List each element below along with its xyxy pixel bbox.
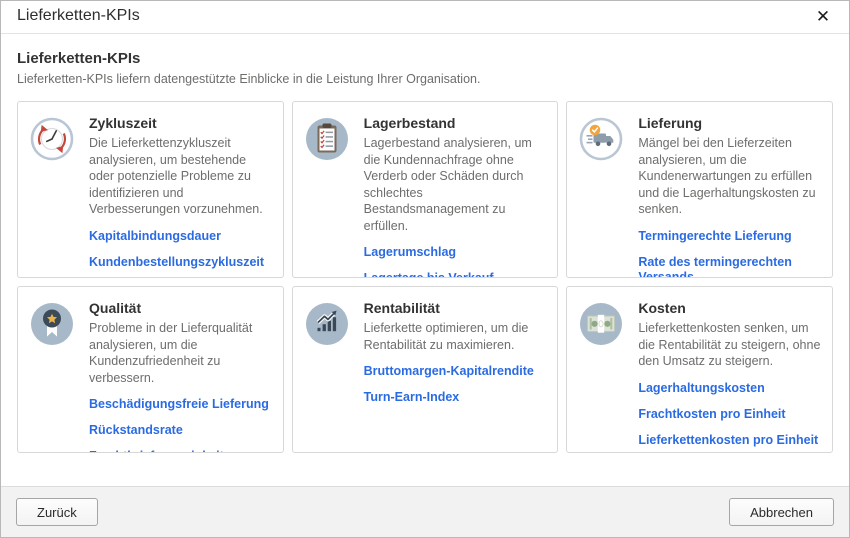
dialog-body: Lieferketten-KPIs Lieferketten-KPIs lief… (1, 34, 849, 488)
kpi-card-inventory: Lagerbestand Lagerbestand analysieren, u… (292, 101, 559, 278)
kpi-link-kapitalbindungsdauer[interactable]: Kapitalbindungsdauer (89, 229, 273, 244)
card-title: Rentabilität (364, 300, 548, 317)
kpi-link-beschaedigungsfreie-lieferung[interactable]: Beschädigungsfreie Lieferung (89, 397, 273, 412)
kpi-link-turn-earn-index[interactable]: Turn-Earn-Index (364, 390, 548, 405)
kpi-cards-grid: Zykluszeit Die Lieferkettenzykluszeit an… (17, 101, 833, 453)
cancel-button[interactable]: Abbrechen (729, 498, 834, 526)
supply-chain-kpis-dialog: Lieferketten-KPIs ✕ Lieferketten-KPIs Li… (0, 0, 850, 538)
kpi-link-lagerhaltungskosten[interactable]: Lagerhaltungskosten (638, 381, 822, 396)
dialog-footer: Zurück Abbrechen (1, 486, 849, 537)
card-title: Lagerbestand (364, 115, 548, 132)
kpi-link-rueckstandsrate[interactable]: Rückstandsrate (89, 423, 273, 438)
card-description: Lieferkettenkosten senken, um die Rentab… (638, 320, 822, 370)
cost-money-icon (579, 302, 623, 346)
profitability-chart-icon (305, 302, 349, 346)
dialog-title: Lieferketten-KPIs (17, 7, 140, 25)
back-button[interactable]: Zurück (16, 498, 98, 526)
kpi-link-lieferkettenkosten-pro-einheit[interactable]: Lieferkettenkosten pro Einheit (638, 433, 822, 448)
card-description: Probleme in der Lieferqualität analysier… (89, 320, 273, 386)
close-icon[interactable]: ✕ (809, 4, 837, 30)
kpi-card-profitability: Rentabilität Lieferkette optimieren, um … (292, 286, 559, 453)
kpi-link-rate-termingerechter-versand[interactable]: Rate des termingerechten Versands (638, 255, 822, 279)
card-title: Kosten (638, 300, 822, 317)
page-title: Lieferketten-KPIs (17, 50, 833, 68)
card-title: Qualität (89, 300, 273, 317)
card-content: Qualität Probleme in der Lieferqualität … (89, 300, 273, 453)
card-description: Lieferkette optimieren, um die Rentabili… (364, 320, 548, 353)
dialog-titlebar: Lieferketten-KPIs ✕ (1, 1, 849, 34)
kpi-link-kundenbestellungszykluszeit[interactable]: Kundenbestellungszykluszeit (89, 255, 273, 270)
card-description: Mängel bei den Lieferzeiten analysieren,… (638, 135, 822, 218)
card-content: Rentabilität Lieferkette optimieren, um … (364, 300, 548, 416)
kpi-link-lagerumschlag[interactable]: Lagerumschlag (364, 245, 548, 260)
card-content: Lagerbestand Lagerbestand analysieren, u… (364, 115, 548, 278)
delivery-truck-icon (579, 117, 623, 161)
card-title: Zykluszeit (89, 115, 273, 132)
kpi-link-frachtbriefgenauigkeit[interactable]: Frachtbriefgenauigkeit (89, 449, 273, 453)
kpi-link-termingerechte-lieferung[interactable]: Termingerechte Lieferung (638, 229, 822, 244)
card-description: Lagerbestand analysieren, um die Kundenn… (364, 135, 548, 234)
kpi-card-cost: Kosten Lieferkettenkosten senken, um die… (566, 286, 833, 453)
card-content: Lieferung Mängel bei den Lieferzeiten an… (638, 115, 822, 278)
page-subtitle: Lieferketten-KPIs liefern datengestützte… (17, 72, 833, 87)
card-content: Zykluszeit Die Lieferkettenzykluszeit an… (89, 115, 273, 278)
cycle-time-clock-icon (30, 117, 74, 161)
kpi-link-frachtkosten-pro-einheit[interactable]: Frachtkosten pro Einheit (638, 407, 822, 422)
card-description: Die Lieferkettenzykluszeit analysieren, … (89, 135, 273, 218)
card-title: Lieferung (638, 115, 822, 132)
kpi-link-bruttomargen-kapitalrendite[interactable]: Bruttomargen-Kapitalrendite (364, 364, 548, 379)
inventory-clipboard-icon (305, 117, 349, 161)
kpi-link-lagertage-bis-verkauf[interactable]: Lagertage bis Verkauf (364, 271, 548, 278)
kpi-card-quality: Qualität Probleme in der Lieferqualität … (17, 286, 284, 453)
quality-medal-icon (30, 302, 74, 346)
kpi-card-delivery: Lieferung Mängel bei den Lieferzeiten an… (566, 101, 833, 278)
kpi-card-cycle-time: Zykluszeit Die Lieferkettenzykluszeit an… (17, 101, 284, 278)
card-content: Kosten Lieferkettenkosten senken, um die… (638, 300, 822, 453)
